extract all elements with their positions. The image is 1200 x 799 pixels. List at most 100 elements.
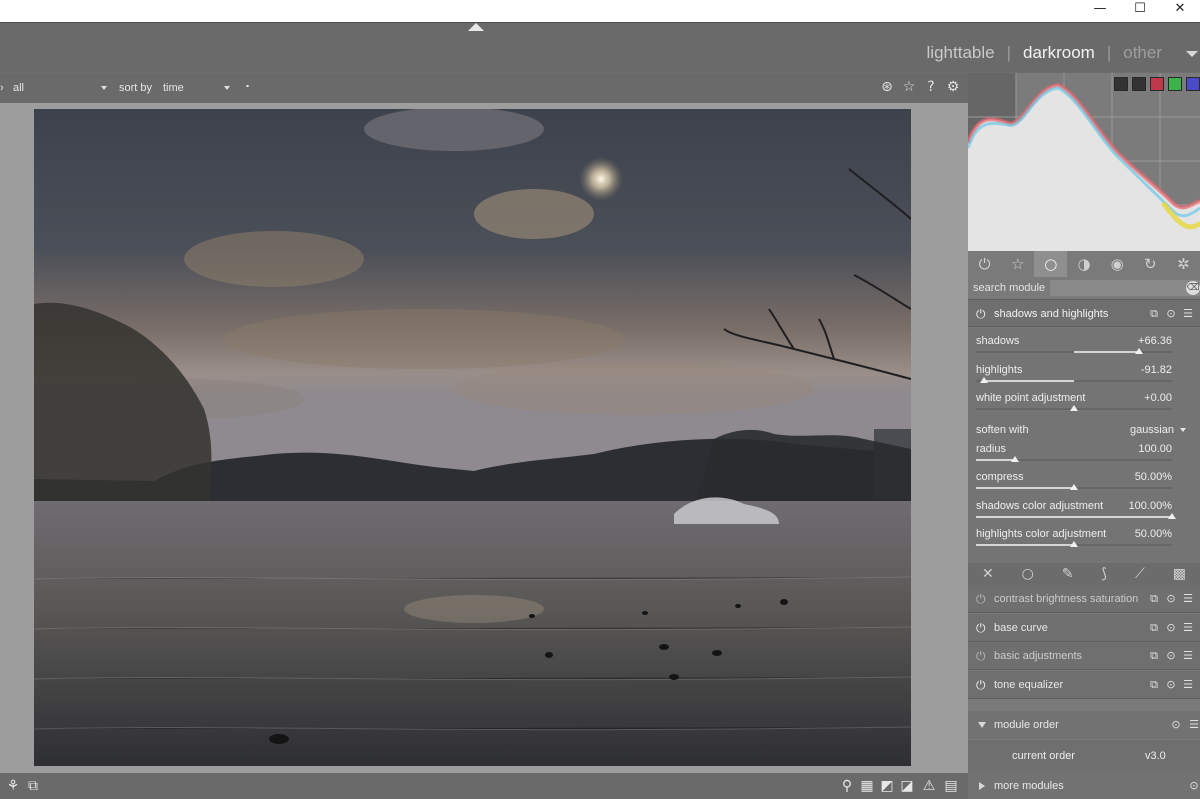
presets-menu-icon[interactable]: ☰: [1188, 718, 1200, 731]
dropdown-arrow-icon: [1180, 427, 1186, 432]
color-assessment-icon[interactable]: ▦: [858, 777, 876, 795]
module-tone-equalizer[interactable]: ⏻ tone equalizer ⧉ ⊙ ☰: [968, 670, 1200, 699]
reset-icon[interactable]: ⊙: [1165, 649, 1177, 662]
slider-knob-icon[interactable]: [1070, 484, 1078, 490]
slider-white-point-adjustment[interactable]: white point adjustment +0.00: [976, 390, 1172, 418]
sort-dropdown-icon[interactable]: [224, 82, 230, 94]
overexposed-warning-icon[interactable]: ⚠: [920, 777, 938, 795]
module-title: shadows and highlights: [994, 308, 1109, 320]
tab-tone-half-circle-icon[interactable]: ◑: [1067, 251, 1100, 277]
power-icon[interactable]: ⏻: [976, 678, 986, 693]
scale-mode-button[interactable]: [1132, 77, 1146, 91]
slider-label: highlights: [976, 363, 1023, 376]
presets-menu-icon[interactable]: ☰: [1182, 592, 1194, 605]
presets-menu-icon[interactable]: ☰: [1182, 649, 1194, 662]
soften-with-combobox[interactable]: soften with gaussian: [976, 421, 1192, 441]
collection-chevron-icon[interactable]: ›: [0, 82, 4, 94]
clear-search-icon[interactable]: ⌫: [1186, 281, 1200, 295]
slider-radius[interactable]: radius 100.00: [976, 441, 1172, 469]
reset-icon[interactable]: ⊙: [1165, 678, 1177, 691]
power-icon[interactable]: ⏻: [976, 621, 986, 636]
bulb-icon[interactable]: ⚲: [838, 777, 856, 795]
slider-knob-icon[interactable]: [1011, 455, 1020, 462]
reset-icon[interactable]: ⊙: [1165, 592, 1177, 605]
scope-mode-button[interactable]: [1114, 77, 1128, 91]
tab-favorites-star-icon[interactable]: ☆: [1001, 251, 1034, 277]
photo-preview[interactable]: [34, 109, 911, 766]
search-module-input[interactable]: [1050, 280, 1200, 296]
slider-compress[interactable]: compress 50.00%: [976, 469, 1172, 497]
green-channel-button[interactable]: [1168, 77, 1182, 91]
tab-color-wheel-icon[interactable]: ◉: [1101, 251, 1134, 277]
gear-icon[interactable]: ⚙: [944, 78, 962, 96]
power-icon[interactable]: ⏻: [976, 307, 986, 322]
multi-instance-icon[interactable]: ⧉: [1148, 649, 1160, 662]
histogram-graph: [968, 73, 1200, 251]
sort-order-icon[interactable]: ⬝: [246, 80, 249, 93]
slider-knob-icon[interactable]: [1070, 541, 1078, 547]
mask-uniform-icon[interactable]: ○: [1022, 566, 1034, 582]
red-channel-button[interactable]: [1150, 77, 1164, 91]
histogram[interactable]: [968, 73, 1200, 251]
close-button[interactable]: ✕: [1160, 0, 1200, 22]
star-icon[interactable]: ☆: [900, 78, 918, 96]
slider-highlights-color-adjustment[interactable]: highlights color adjustment 50.00%: [976, 526, 1172, 554]
slider-knob-icon[interactable]: [1134, 348, 1143, 354]
slider-value: -91.82: [1140, 363, 1172, 376]
tab-correct-refresh-icon[interactable]: ↻: [1134, 251, 1167, 277]
display-icon[interactable]: ⧉: [24, 777, 42, 795]
gamut-check-icon[interactable]: ◪: [898, 777, 916, 795]
collection-filter-value[interactable]: all: [13, 82, 24, 94]
help-icon[interactable]: ?: [922, 78, 940, 96]
sort-by-label: sort by: [119, 82, 153, 94]
quick-access-icon[interactable]: ⚘: [4, 777, 22, 795]
module-base-curve[interactable]: ⏻ base curve ⧉ ⊙ ☰: [968, 613, 1200, 642]
slider-knob-icon[interactable]: [979, 376, 988, 383]
raw-overexposed-icon[interactable]: ▤: [942, 777, 960, 795]
mask-off-icon[interactable]: ✕: [982, 566, 994, 582]
slider-shadows-color-adjustment[interactable]: shadows color adjustment 100.00%: [976, 498, 1176, 526]
module-contrast-brightness-saturation[interactable]: ⏻ contrast brightness saturation ⧉ ⊙ ☰: [968, 585, 1200, 613]
slider-highlights[interactable]: highlights -91.82: [976, 362, 1172, 390]
reset-icon[interactable]: ⊙: [1188, 779, 1200, 792]
power-icon[interactable]: ⏻: [976, 649, 986, 664]
softproof-icon[interactable]: ◩: [878, 777, 896, 795]
multi-instance-icon[interactable]: ⧉: [1148, 621, 1160, 634]
reset-icon[interactable]: ⊙: [1170, 718, 1182, 731]
minimize-button[interactable]: —: [1080, 0, 1120, 22]
presets-menu-icon[interactable]: ☰: [1182, 621, 1194, 634]
tab-active-modules-power-icon[interactable]: ⏻: [968, 251, 1001, 277]
maximize-button[interactable]: ☐: [1120, 0, 1160, 22]
slider-knob-icon[interactable]: [1070, 405, 1078, 411]
multi-instance-icon[interactable]: ⧉: [1148, 678, 1160, 691]
mask-raster-icon[interactable]: ▩: [1173, 566, 1186, 582]
tab-base-circle-icon[interactable]: ○: [1034, 251, 1068, 277]
reset-icon[interactable]: ⊙: [1165, 307, 1177, 320]
reset-icon[interactable]: ⊙: [1165, 621, 1177, 634]
view-lighttable[interactable]: lighttable: [927, 43, 995, 63]
tab-effect-aperture-icon[interactable]: ✲: [1167, 251, 1200, 277]
views-dropdown-arrow-icon[interactable]: [1186, 51, 1198, 57]
presets-menu-icon[interactable]: ☰: [1182, 678, 1194, 691]
module-basic-adjustments[interactable]: ⏻ basic adjustments ⧉ ⊙ ☰: [968, 642, 1200, 670]
slider-shadows[interactable]: shadows +66.36: [976, 333, 1172, 361]
collection-dropdown-icon[interactable]: [101, 82, 107, 94]
view-other[interactable]: other: [1123, 43, 1162, 63]
slider-knob-icon[interactable]: [1168, 512, 1176, 519]
multi-instance-icon[interactable]: ⧉: [1148, 307, 1160, 320]
multi-instance-icon[interactable]: ⧉: [1148, 592, 1160, 605]
view-darkroom[interactable]: darkroom: [1023, 43, 1095, 63]
blue-channel-button[interactable]: [1186, 77, 1200, 91]
collapse-top-arrow-icon[interactable]: [468, 23, 484, 31]
slider-fill: [976, 544, 1074, 546]
sort-by-value[interactable]: time: [163, 82, 184, 94]
mask-drawn-parametric-icon[interactable]: ⟋: [1135, 566, 1145, 582]
more-modules-section[interactable]: more modules ⊙: [968, 772, 1200, 799]
presets-menu-icon[interactable]: ☰: [1182, 307, 1194, 320]
mask-drawn-icon[interactable]: ✎: [1062, 566, 1074, 582]
grouping-icon[interactable]: ⊛: [878, 78, 896, 96]
module-header[interactable]: ⏻ shadows and highlights ⧉ ⊙ ☰: [968, 299, 1200, 327]
module-order-section[interactable]: module order ⊙ ☰: [968, 711, 1200, 739]
mask-parametric-icon[interactable]: ⟆: [1102, 566, 1107, 582]
power-icon[interactable]: ⏻: [976, 592, 986, 607]
